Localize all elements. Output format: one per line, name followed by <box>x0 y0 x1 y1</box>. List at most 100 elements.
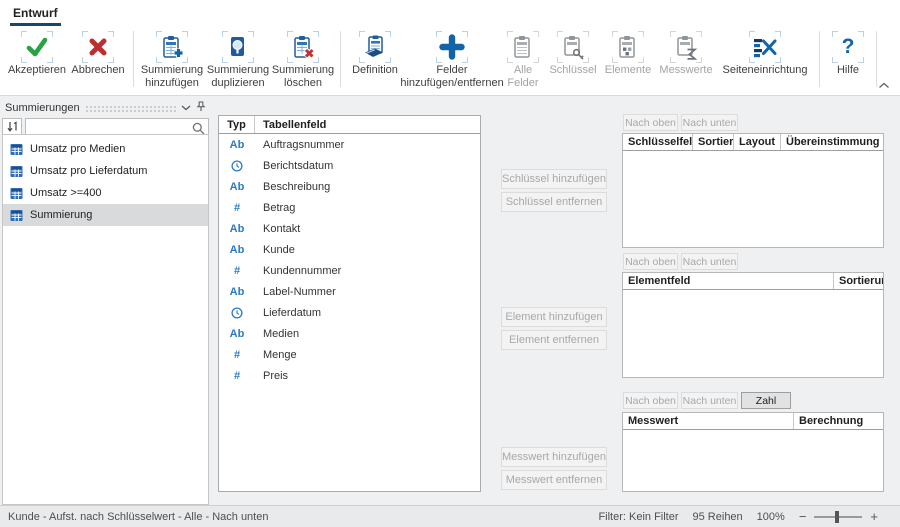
summierung-duplizieren-label: Summierung duplizieren <box>205 64 271 90</box>
summierung-hinzufuegen-label: Summierung hinzufügen <box>139 64 205 90</box>
table-row[interactable]: # Menge <box>219 344 480 365</box>
zahl-button[interactable]: Zahl <box>741 392 791 409</box>
status-bar: Kunde - Aufst. nach Schlüsselwert - Alle… <box>0 505 900 527</box>
number-type-icon: # <box>234 265 240 277</box>
number-type-icon: # <box>234 370 240 382</box>
text-type-icon: Ab <box>230 139 245 151</box>
column-header-tabellenfeld: Tabellenfeld <box>255 116 480 133</box>
elements-nach-oben-button[interactable]: Nach oben <box>623 253 678 270</box>
summierungen-list: Umsatz pro Medien Umsatz pro Lieferdatum… <box>2 134 209 505</box>
list-item-label: Summierung <box>30 209 92 221</box>
element-hinzufuegen-button[interactable]: Element hinzufügen <box>501 307 607 327</box>
elements-nach-unten-button[interactable]: Nach unten <box>681 253 738 270</box>
text-type-icon: Ab <box>230 223 245 235</box>
summierung-hinzufuegen-button[interactable]: Summierung hinzufügen <box>139 29 205 91</box>
list-item-summierung[interactable]: Summierung <box>3 204 208 226</box>
table-row[interactable]: Ab Beschreibung <box>219 176 480 197</box>
elemente-button[interactable]: Elemente <box>600 29 656 91</box>
abbrechen-label: Abbrechen <box>71 64 124 77</box>
field-label: Betrag <box>255 202 480 214</box>
zoom-slider-thumb[interactable] <box>835 511 839 523</box>
table-row[interactable]: Ab Label-Nummer <box>219 281 480 302</box>
elements-table-header: Elementfeld Sortierun <box>623 273 883 290</box>
number-type-icon: # <box>234 349 240 361</box>
summation-icon <box>10 187 23 200</box>
messwerte-button[interactable]: Messwerte <box>656 29 716 91</box>
table-row[interactable]: # Kundennummer <box>219 260 480 281</box>
summierung-loeschen-button[interactable]: Summierung löschen <box>271 29 335 91</box>
definition-icon <box>360 32 390 62</box>
list-item-umsatz-pro-lieferdatum[interactable]: Umsatz pro Lieferdatum <box>3 160 208 182</box>
column-header-sortierung: Sortierur <box>693 134 734 150</box>
column-header-elementfeld: Elementfeld <box>623 273 834 289</box>
messwert-entfernen-button[interactable]: Messwert entfernen <box>501 470 607 490</box>
schluessel-hinzufuegen-button[interactable]: Schlüssel hinzufügen <box>501 169 607 189</box>
messwert-hinzufuegen-button[interactable]: Messwert hinzufügen <box>501 447 607 467</box>
fields-table-header: Typ Tabellenfeld <box>219 116 480 134</box>
measures-nach-oben-button[interactable]: Nach oben <box>623 392 678 409</box>
ribbon-collapse-button[interactable] <box>878 80 890 92</box>
column-header-typ: Typ <box>219 116 255 133</box>
field-label: Kunde <box>255 244 480 256</box>
chevron-up-icon <box>878 80 890 92</box>
list-item-umsatz-pro-medien[interactable]: Umsatz pro Medien <box>3 138 208 160</box>
column-header-schluesselfeld: Schlüsselfeld <box>623 134 693 150</box>
schluessel-button[interactable]: Schlüssel <box>546 29 600 91</box>
sigma-icon <box>671 32 701 62</box>
keys-nach-oben-button[interactable]: Nach oben <box>623 114 678 131</box>
definition-button[interactable]: Definition <box>346 29 404 91</box>
alle-felder-label: Alle Felder <box>500 64 546 90</box>
felder-hinzufuegen-entfernen-label: Felder hinzufügen/entfernen <box>400 64 503 90</box>
status-right-group: Filter: Kein Filter 95 Reihen 100% − + <box>598 509 878 524</box>
table-row[interactable]: Ab Kunde <box>219 239 480 260</box>
table-row[interactable]: Ab Medien <box>219 323 480 344</box>
keys-nach-unten-button[interactable]: Nach unten <box>681 114 738 131</box>
check-icon <box>22 32 52 62</box>
field-label: Lieferdatum <box>255 307 480 319</box>
list-item-umsatz-400[interactable]: Umsatz >=400 <box>3 182 208 204</box>
date-type-icon <box>231 160 243 172</box>
summierung-duplizieren-button[interactable]: Summierung duplizieren <box>205 29 271 91</box>
table-row[interactable]: Lieferdatum <box>219 302 480 323</box>
table-row[interactable]: # Betrag <box>219 197 480 218</box>
plus-icon <box>437 32 467 62</box>
tab-entwurf[interactable]: Entwurf <box>10 0 61 26</box>
all-fields-icon <box>508 32 538 62</box>
list-item-label: Umsatz >=400 <box>30 187 102 199</box>
tab-bar: Entwurf <box>0 0 900 26</box>
table-row[interactable]: Ab Auftragsnummer <box>219 134 480 155</box>
summation-icon <box>10 165 23 178</box>
column-header-messwert: Messwert <box>623 413 794 429</box>
akzeptieren-button[interactable]: Akzeptieren <box>6 29 68 91</box>
ribbon-separator <box>340 31 341 87</box>
seiteneinrichtung-button[interactable]: Seiteneinrichtung <box>716 29 814 91</box>
zoom-out-button[interactable]: − <box>799 509 807 524</box>
text-type-icon: Ab <box>230 286 245 298</box>
zoom-slider[interactable] <box>814 516 862 518</box>
element-entfernen-button[interactable]: Element entfernen <box>501 330 607 350</box>
hilfe-button[interactable]: ? Hilfe <box>825 29 871 91</box>
help-icon: ? <box>833 32 863 62</box>
table-row[interactable]: Ab Kontakt <box>219 218 480 239</box>
chevron-down-icon[interactable] <box>181 102 191 114</box>
tab-entwurf-label: Entwurf <box>13 6 58 20</box>
abbrechen-button[interactable]: Abbrechen <box>68 29 128 91</box>
field-label: Menge <box>255 349 480 361</box>
measures-nach-unten-button[interactable]: Nach unten <box>681 392 738 409</box>
alle-felder-button[interactable]: Alle Felder <box>500 29 546 91</box>
elemente-label: Elemente <box>605 64 651 77</box>
ribbon-toolbar: Akzeptieren Abbrechen Summierung hinzuf <box>0 26 900 96</box>
felder-hinzufuegen-entfernen-button[interactable]: Felder hinzufügen/entfernen <box>404 29 500 91</box>
key-icon <box>558 32 588 62</box>
summation-delete-icon <box>288 32 318 62</box>
zoom-control: − + <box>799 509 878 524</box>
schluessel-entfernen-button[interactable]: Schlüssel entfernen <box>501 192 607 212</box>
status-zoom-level: 100% <box>757 511 785 523</box>
ribbon-separator <box>876 31 877 87</box>
field-label: Kundennummer <box>255 265 480 277</box>
zoom-in-button[interactable]: + <box>870 509 878 524</box>
pin-icon[interactable] <box>196 101 206 115</box>
table-row[interactable]: Berichtsdatum <box>219 155 480 176</box>
table-row[interactable]: # Preis <box>219 365 480 386</box>
elements-icon <box>613 32 643 62</box>
